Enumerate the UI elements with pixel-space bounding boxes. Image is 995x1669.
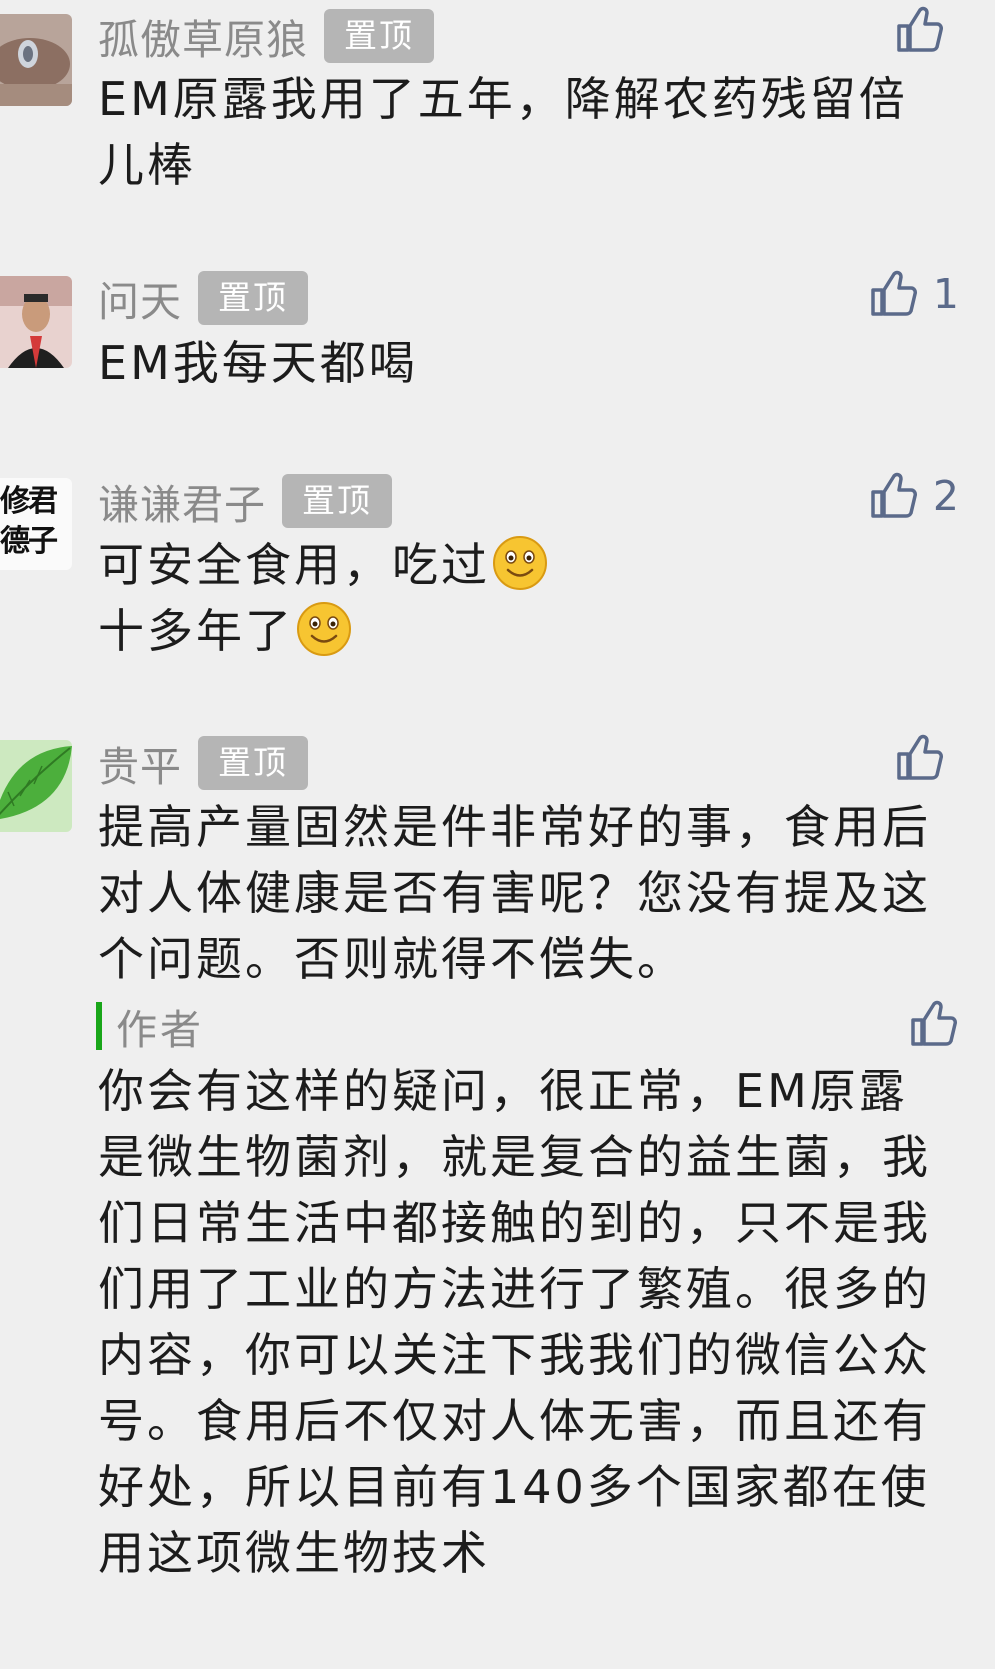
comment-header: 孤傲草原狼 置顶 [98,8,434,64]
reply-line: 是微生物菌剂，就是复合的益生菌，我 [98,1130,931,1184]
username[interactable]: 孤傲草原狼 [98,6,308,66]
reply-line: 们用了工业的方法进行了繁殖。很多的 [98,1262,931,1316]
pinned-badge: 置顶 [198,271,308,325]
like-count: 1 [932,270,959,318]
avatar[interactable] [0,740,72,832]
comment-text: 提高产量固然是件非常好的事，食用后 对人体健康是否有害呢？您没有提及这 个问题。… [98,794,958,992]
reply-line: 号。食用后不仅对人体无害，而且还有 [98,1394,931,1448]
like-button[interactable]: 1 [867,268,959,320]
avatar[interactable]: 修君 德子 [0,478,72,570]
comment-line: 可安全食用，吃过 [98,538,490,592]
smiley-emoji [297,602,351,656]
author-reply-header: 作者 [96,1000,204,1054]
pinned-badge: 置顶 [282,474,392,528]
comment-text: 可安全食用，吃过 十多年了 [98,532,958,664]
username[interactable]: 问天 [98,268,182,328]
author-reply-text: 你会有这样的疑问，很正常，EM原露 是微生物菌剂，就是复合的益生菌，我 们日常生… [98,1058,958,1586]
reply-line: 好处，所以目前有140多个国家都在使 [98,1460,930,1514]
reply-line: 用这项微生物技术 [98,1526,490,1580]
pinned-badge: 置顶 [324,9,434,63]
comment-line: EM原露我用了五年，降解农药残留倍 [98,72,908,126]
thumbs-up-icon [911,1000,957,1046]
author-indicator-bar [96,1002,102,1050]
thumbs-up-icon [871,472,917,518]
thumbs-up-icon [897,734,943,780]
thumbs-up-icon [897,6,943,52]
author-label: 作者 [116,1006,204,1054]
username[interactable]: 贵平 [98,733,182,793]
comment-header: 谦谦君子 置顶 [98,473,392,529]
reply-line: 们日常生活中都接触的到的，只不是我 [98,1196,931,1250]
pinned-badge: 置顶 [198,736,308,790]
like-button[interactable] [893,732,959,784]
avatar[interactable] [0,276,72,368]
like-button[interactable]: 2 [867,470,959,522]
comment-line: 提高产量固然是件非常好的事，食用后 [98,800,931,854]
reply-line: 你会有这样的疑问，很正常，EM原露 [98,1064,908,1118]
comment-text: EM我每天都喝 [98,330,958,396]
comment-line: 对人体健康是否有害呢？您没有提及这 [98,866,931,920]
comment-line: 十多年了 [98,604,294,658]
avatar[interactable] [0,14,72,106]
avatar-calligraphy: 德子 [0,524,58,559]
comment-header: 贵平 置顶 [98,735,308,791]
comment-text: EM原露我用了五年，降解农药残留倍 儿棒 [98,66,958,198]
like-count: 2 [932,472,959,520]
smiley-emoji [493,536,547,590]
thumbs-up-icon [871,270,917,316]
reply-line: 内容，你可以关注下我我们的微信公众 [98,1328,931,1382]
like-button[interactable] [893,4,959,56]
comment-line: 儿棒 [98,138,196,192]
username[interactable]: 谦谦君子 [98,471,266,531]
like-button[interactable] [907,998,959,1050]
avatar-calligraphy: 修君 [0,484,58,519]
comment-header: 问天 置顶 [98,270,308,326]
comment-line: EM我每天都喝 [98,336,418,390]
comment-line: 个问题。否则就得不偿失。 [98,932,686,986]
